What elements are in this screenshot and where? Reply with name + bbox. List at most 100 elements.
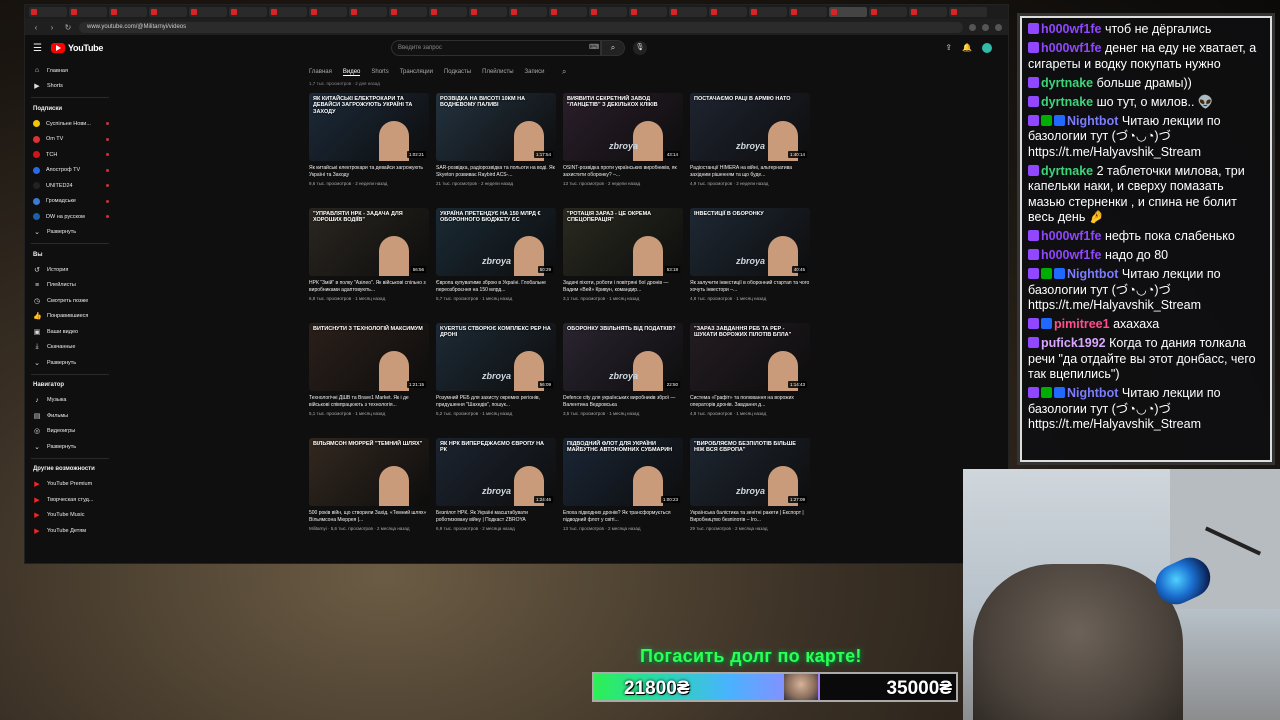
search-button[interactable]: ⌕ bbox=[601, 40, 625, 56]
video-card[interactable]: Як НРК випереджаємо Європу на РК zbroya 1:… bbox=[436, 438, 556, 553]
browser-tab[interactable] bbox=[909, 7, 947, 17]
video-card[interactable]: "Зараз завдання РЕБ та РЕР - шукати воро… bbox=[690, 323, 810, 438]
forward-icon[interactable]: › bbox=[47, 23, 57, 32]
upload-icon[interactable]: ⇪ bbox=[945, 43, 952, 53]
browser-tab[interactable] bbox=[749, 7, 787, 17]
video-title[interactable]: Європа купуватиме зброю в Україні. Глоба… bbox=[436, 280, 556, 294]
video-card[interactable]: Kvertus створює комплекс РЕР на дроні zbr… bbox=[436, 323, 556, 438]
video-title[interactable]: Українська балістика та зенітні ракети |… bbox=[690, 510, 810, 524]
video-thumbnail[interactable]: Вільямсон Мюррей "Темний шлях" bbox=[309, 438, 429, 506]
chat-username[interactable]: dyrtnake bbox=[1041, 95, 1093, 109]
video-thumbnail[interactable]: Kvertus створює комплекс РЕР на дроні zbr… bbox=[436, 323, 556, 391]
bell-icon[interactable]: 🔔 bbox=[962, 43, 972, 53]
sidebar-item[interactable]: ▣ Ваши видео bbox=[25, 324, 115, 340]
browser-tab[interactable] bbox=[309, 7, 347, 17]
video-title[interactable]: SAR-розвідка, радіорозвідка та польоти н… bbox=[436, 165, 556, 179]
channel-search-icon[interactable]: ⌕ bbox=[562, 67, 566, 77]
video-title[interactable]: Defence city для українських виробників … bbox=[563, 395, 683, 409]
browser-tab[interactable] bbox=[109, 7, 147, 17]
browser-tab[interactable] bbox=[229, 7, 267, 17]
sidebar-item[interactable]: ▶ YouTube Детям bbox=[25, 523, 115, 539]
video-card[interactable]: Оборонку звільнять від податків? zbroya 22… bbox=[563, 323, 683, 438]
tab-2[interactable]: Shorts bbox=[371, 69, 388, 75]
sidebar-item[interactable]: DW на русском bbox=[25, 209, 115, 225]
browser-tab[interactable] bbox=[669, 7, 707, 17]
sidebar-item[interactable]: Апостроф TV bbox=[25, 163, 115, 179]
video-card[interactable]: "Управляти НРК - задача для хороших воді… bbox=[309, 208, 429, 323]
browser-tab[interactable] bbox=[629, 7, 667, 17]
tab-6[interactable]: Записи bbox=[525, 69, 545, 75]
sidebar-item[interactable]: ⌂ Главная bbox=[25, 63, 115, 79]
sidebar-item[interactable]: ▶ YouTube Music bbox=[25, 508, 115, 524]
browser-tab[interactable] bbox=[789, 7, 827, 17]
video-card[interactable]: Інвестиції в оборонку zbroya 40:45 Як залуч… bbox=[690, 208, 810, 323]
chat-username[interactable]: dyrtnake bbox=[1041, 164, 1093, 178]
video-thumbnail[interactable]: "Виробляємо безпілотів більше ніж вся Єв… bbox=[690, 438, 810, 506]
browser-tab[interactable] bbox=[829, 7, 867, 17]
chat-username[interactable]: pimitree1 bbox=[1054, 317, 1110, 331]
sidebar-item[interactable]: Громадське bbox=[25, 194, 115, 210]
video-title[interactable]: Епоха підводних дронів? Як трансформуєть… bbox=[563, 510, 683, 524]
browser-tab[interactable] bbox=[509, 7, 547, 17]
video-thumbnail[interactable]: Витиснути з технологій максимум 1:21:15 bbox=[309, 323, 429, 391]
sidebar-item[interactable]: ≡ Плейлисты bbox=[25, 278, 115, 294]
chat-username[interactable]: h000wf1fe bbox=[1041, 248, 1101, 262]
sidebar-item[interactable]: ▶ YouTube Premium bbox=[25, 477, 115, 493]
profile-icon[interactable] bbox=[995, 23, 1002, 31]
sidebar-item[interactable]: ▶ Творческая студ... bbox=[25, 492, 115, 508]
video-title[interactable]: OSINT-розвідка проти українських виробни… bbox=[563, 165, 683, 179]
sidebar-item[interactable]: Суспільне Нови... bbox=[25, 116, 115, 132]
video-card[interactable]: Як китайські електрокари та девайси загр… bbox=[309, 93, 429, 208]
video-thumbnail[interactable]: Розвідка на висоті 10км на водневому пал… bbox=[436, 93, 556, 161]
video-thumbnail[interactable]: Інвестиції в оборонку zbroya 40:45 bbox=[690, 208, 810, 276]
tab-1[interactable]: Видео bbox=[342, 69, 361, 76]
video-thumbnail[interactable]: Виявити секретний завод "ланцетів" з дек… bbox=[563, 93, 683, 161]
video-title[interactable]: 500 років війн, що створили Захід. «Темн… bbox=[309, 510, 429, 524]
browser-tab[interactable] bbox=[709, 7, 747, 17]
avatar[interactable] bbox=[982, 43, 992, 53]
video-thumbnail[interactable]: Підводний флот для України майбутнє авто… bbox=[563, 438, 683, 506]
sidebar-item[interactable]: ⌄ Развернуть bbox=[25, 225, 115, 241]
tab-3[interactable]: Трансляции bbox=[400, 69, 433, 75]
back-icon[interactable]: ‹ bbox=[31, 23, 41, 32]
keyboard-icon[interactable]: ⌨ bbox=[589, 43, 599, 51]
browser-tab[interactable] bbox=[349, 7, 387, 17]
video-thumbnail[interactable]: Оборонку звільнять від податків? zbroya 22… bbox=[563, 323, 683, 391]
video-title[interactable]: Розумний РЕБ для захисту окремих регіоні… bbox=[436, 395, 556, 409]
video-title[interactable]: Як китайські електрокари та девайси загр… bbox=[309, 165, 429, 179]
chat-username[interactable]: pufick1992 bbox=[1041, 336, 1106, 350]
browser-tab[interactable] bbox=[549, 7, 587, 17]
sidebar-item[interactable]: 👍 Понравившиеся bbox=[25, 309, 115, 325]
browser-tab[interactable] bbox=[469, 7, 507, 17]
video-thumbnail[interactable]: Як НРК випереджаємо Європу на РК zbroya 1:… bbox=[436, 438, 556, 506]
video-title[interactable]: Технологічні ДШВ та Brave1 Market. Як і … bbox=[309, 395, 429, 409]
extension-icon[interactable] bbox=[982, 23, 989, 31]
url-field[interactable]: www.youtube.com/@Militarnyi/videos bbox=[79, 21, 963, 33]
browser-tab[interactable] bbox=[189, 7, 227, 17]
video-thumbnail[interactable]: "Управляти НРК - задача для хороших воді… bbox=[309, 208, 429, 276]
video-thumbnail[interactable]: Україна претендує на 150 млрд € оборонно… bbox=[436, 208, 556, 276]
video-card[interactable]: Витиснути з технологій максимум 1:21:15 Те… bbox=[309, 323, 429, 438]
chat-username[interactable]: dyrtnake bbox=[1041, 76, 1093, 90]
sidebar-item[interactable]: ◷ Смотреть позже bbox=[25, 293, 115, 309]
sidebar-item[interactable]: ⤓ Скачанные bbox=[25, 340, 115, 356]
tab-4[interactable]: Подкасты bbox=[444, 69, 471, 75]
video-card[interactable]: Вільямсон Мюррей "Темний шлях" 500 років … bbox=[309, 438, 429, 553]
browser-tab[interactable] bbox=[949, 7, 987, 17]
video-title[interactable]: Радіостанції HIMERA на війні, альтернати… bbox=[690, 165, 810, 179]
video-card[interactable]: "Виробляємо безпілотів більше ніж вся Єв… bbox=[690, 438, 810, 553]
sidebar-item[interactable]: ⌄ Развернуть bbox=[25, 439, 115, 455]
tab-5[interactable]: Плейлисты bbox=[482, 69, 513, 75]
sidebar-item[interactable]: ◎ Видеоигры bbox=[25, 424, 115, 440]
video-title[interactable]: Як залучити інвестиції в оборонний старт… bbox=[690, 280, 810, 294]
video-card[interactable]: Україна претендує на 150 млрд € оборонно… bbox=[436, 208, 556, 323]
video-title[interactable]: Система «Графіт» та полювання на ворожих… bbox=[690, 395, 810, 409]
video-title[interactable]: Задачі піхоти, роботи і повітряні бої др… bbox=[563, 280, 683, 294]
video-thumbnail[interactable]: "Зараз завдання РЕБ та РЕР - шукати воро… bbox=[690, 323, 810, 391]
chat-username[interactable]: h000wf1fe bbox=[1041, 229, 1101, 243]
sidebar-item[interactable]: ТСН bbox=[25, 147, 115, 163]
sidebar-item[interactable]: ⌄ Развернуть bbox=[25, 355, 115, 371]
video-card[interactable]: Розвідка на висоті 10км на водневому пал… bbox=[436, 93, 556, 208]
video-thumbnail[interactable]: Постачаємо раці в армію НАТО zbroya 1:40:1… bbox=[690, 93, 810, 161]
chat-username[interactable]: Nightbot bbox=[1067, 114, 1118, 128]
